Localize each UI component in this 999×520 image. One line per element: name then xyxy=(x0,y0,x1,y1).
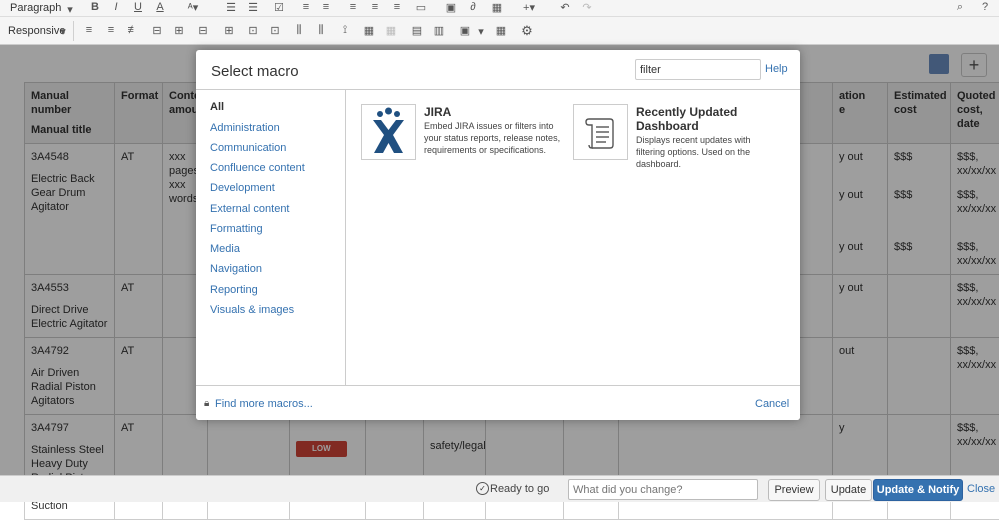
update-notify-button[interactable]: Update & Notify xyxy=(873,479,963,501)
table-merge-icon[interactable]: ▦ xyxy=(362,24,376,37)
paragraph-style-select[interactable]: Paragraph xyxy=(10,2,61,14)
image-icon[interactable]: ▣ xyxy=(444,1,458,14)
category-confluence-content[interactable]: Confluence content xyxy=(210,162,305,174)
table-row-below-icon[interactable]: ≡ xyxy=(104,24,118,36)
numbered-list-icon[interactable]: ☰ xyxy=(246,1,260,14)
category-development[interactable]: Development xyxy=(210,182,275,194)
find-more-macros-link[interactable]: Find more macros... xyxy=(215,398,313,410)
help-icon[interactable]: ? xyxy=(978,1,992,13)
task-list-icon[interactable]: ☑ xyxy=(272,1,286,14)
category-media[interactable]: Media xyxy=(210,243,240,255)
outdent-icon[interactable]: ≡ xyxy=(299,1,313,13)
cancel-button[interactable]: Cancel xyxy=(755,398,789,410)
undo-icon[interactable]: ↶ xyxy=(558,1,572,14)
close-button[interactable]: Close xyxy=(967,483,995,495)
underline-icon[interactable]: U xyxy=(131,1,145,13)
table-col-paste-icon[interactable]: ⟟ xyxy=(338,24,352,37)
editor-toolbar-row-1: Paragraph ▾ B I U A ᴬ▾ ☰ ☰ ☑ ≡ ≡ ≡ ≡ ≡ ▭… xyxy=(0,0,999,17)
text-color-icon[interactable]: A xyxy=(153,1,167,13)
table-delete-icon[interactable]: ▦ xyxy=(494,24,508,37)
indent-icon[interactable]: ≡ xyxy=(319,1,333,13)
link-icon[interactable]: ∂ xyxy=(466,1,480,13)
macro-results: JIRA Embed JIRA issues or filters into y… xyxy=(346,89,800,385)
table-row-delete-icon[interactable]: ≢ xyxy=(126,24,140,36)
preview-button[interactable]: Preview xyxy=(768,479,820,501)
table-split-icon[interactable]: ▦ xyxy=(384,24,398,37)
macro-name: JIRA xyxy=(424,105,451,119)
table-copy-row-icon[interactable]: ⊞ xyxy=(172,24,186,37)
macro-search-input[interactable] xyxy=(635,59,761,80)
scroll-icon xyxy=(573,104,628,160)
category-reporting[interactable]: Reporting xyxy=(210,284,258,296)
chevron-down-icon[interactable]: ▾ xyxy=(63,3,77,16)
table-row-above-icon[interactable]: ≡ xyxy=(82,24,96,36)
macro-description: Displays recent updates with filtering o… xyxy=(636,134,761,170)
table-col-left-icon[interactable]: ⊡ xyxy=(246,24,260,37)
category-all[interactable]: All xyxy=(210,101,224,113)
category-external-content[interactable]: External content xyxy=(210,203,290,215)
page-layout-icon[interactable]: ▭ xyxy=(414,1,428,14)
select-macro-dialog: Select macro Help All Administration Com… xyxy=(196,50,800,420)
table-cut-row-icon[interactable]: ⊟ xyxy=(150,24,164,37)
save-status: Ready to go xyxy=(490,483,549,495)
italic-icon[interactable]: I xyxy=(109,1,123,13)
table-icon[interactable]: ▦ xyxy=(490,1,504,14)
gear-icon[interactable]: ⚙ xyxy=(520,23,534,39)
category-navigation[interactable]: Navigation xyxy=(210,263,262,275)
dialog-title: Select macro xyxy=(211,63,299,80)
insert-more-icon[interactable]: +▾ xyxy=(522,1,536,14)
table-paste-above-icon[interactable]: ⊟ xyxy=(196,24,210,37)
align-center-icon[interactable]: ≡ xyxy=(368,1,382,13)
table-header-col-icon[interactable]: ▥ xyxy=(432,24,446,37)
table-col-right-icon[interactable]: ⊡ xyxy=(268,24,282,37)
bold-icon[interactable]: B xyxy=(88,1,102,13)
lock-icon: 🔒︎ xyxy=(204,398,209,409)
update-button[interactable]: Update xyxy=(825,479,872,501)
table-paste-below-icon[interactable]: ⊞ xyxy=(222,24,236,37)
category-administration[interactable]: Administration xyxy=(210,122,280,134)
macro-item-jira[interactable]: JIRA Embed JIRA issues or filters into y… xyxy=(361,104,561,164)
table-col-delete-icon[interactable]: ⫼ xyxy=(292,24,306,37)
change-comment-input[interactable] xyxy=(568,479,758,500)
editor-footer: ✓ Ready to go Preview Update Update & No… xyxy=(0,475,999,502)
text-format-icon[interactable]: ᴬ▾ xyxy=(186,1,200,14)
chevron-down-icon[interactable]: ▾ xyxy=(474,25,488,38)
align-right-icon[interactable]: ≡ xyxy=(390,1,404,13)
table-col-cut-icon[interactable]: ⫼ xyxy=(314,24,328,37)
category-sidebar: All Administration Communication Conflue… xyxy=(196,89,346,385)
jira-logo-icon xyxy=(361,104,416,160)
bullet-list-icon[interactable]: ☰ xyxy=(224,1,238,14)
category-communication[interactable]: Communication xyxy=(210,142,286,154)
table-cell-color-icon[interactable]: ▣ xyxy=(458,24,472,37)
search-icon[interactable]: ⌕ xyxy=(953,1,967,14)
table-header-row-icon[interactable]: ▤ xyxy=(410,24,424,37)
macro-name: Recently Updated Dashboard xyxy=(636,105,746,133)
redo-icon[interactable]: ↷ xyxy=(580,1,594,14)
chevron-down-icon[interactable]: ▾ xyxy=(56,25,70,38)
toolbar-divider xyxy=(73,21,74,41)
category-visuals-images[interactable]: Visuals & images xyxy=(210,304,294,316)
align-left-icon[interactable]: ≡ xyxy=(346,1,360,13)
help-link[interactable]: Help xyxy=(765,63,788,75)
macro-item-recently-updated-dashboard[interactable]: Recently Updated Dashboard Displays rece… xyxy=(573,104,773,164)
macro-description: Embed JIRA issues or filters into your s… xyxy=(424,120,564,156)
check-circle-icon: ✓ xyxy=(476,482,489,495)
dialog-footer: 🔒︎ Find more macros... Cancel xyxy=(196,385,800,420)
editor-toolbar-row-2: Responsive ▾ ≡ ≡ ≢ ⊟ ⊞ ⊟ ⊞ ⊡ ⊡ ⫼ ⫼ ⟟ ▦ ▦… xyxy=(0,17,999,45)
category-formatting[interactable]: Formatting xyxy=(210,223,263,235)
